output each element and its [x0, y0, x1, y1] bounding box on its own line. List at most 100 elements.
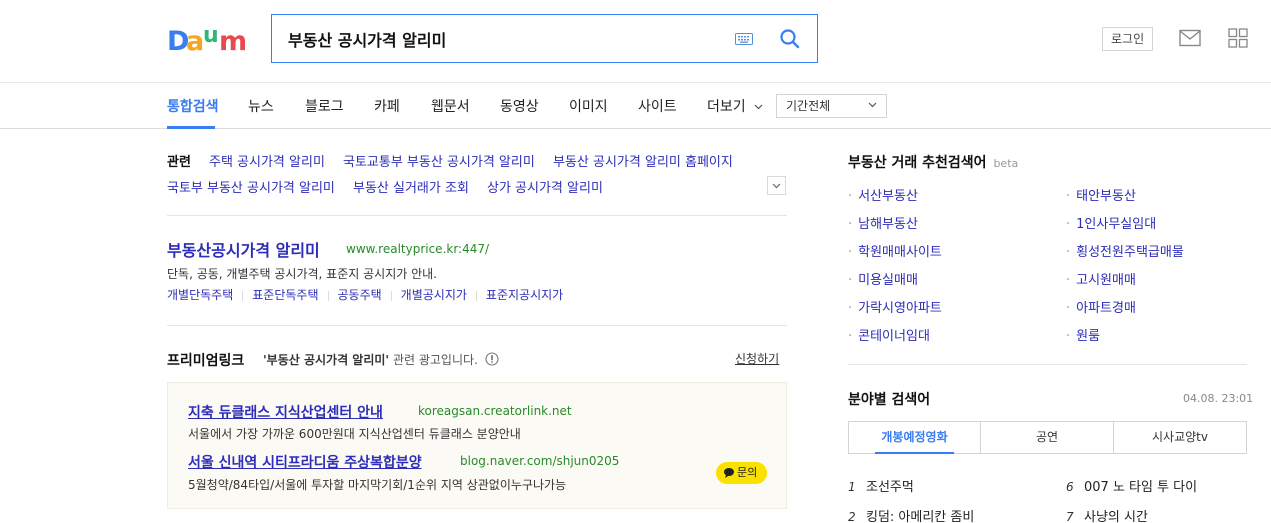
recommend-item[interactable]: 학원매매사이트: [848, 241, 942, 260]
rank-text: 킹덤: 아메리칸 좀비: [866, 510, 975, 523]
premium-note-text: 관련 광고입니다.: [392, 353, 478, 367]
ad-description: 서울에서 가장 가까운 600만원대 지식산업센터 듀클래스 분양안내: [188, 427, 521, 441]
info-icon[interactable]: [485, 352, 499, 366]
recommend-title: 부동산 거래 추천검색어 beta: [848, 152, 1018, 172]
related-link[interactable]: 상가 공시가격 알리미: [487, 177, 603, 196]
recommend-item[interactable]: 원룸: [1066, 325, 1100, 344]
ad-title[interactable]: 지축 듀클래스 지식산업센터 안내: [188, 402, 383, 422]
inquiry-label: 문의: [737, 466, 758, 479]
svg-text:m: m: [219, 26, 247, 54]
premium-ad-box: 지축 듀클래스 지식산업센터 안내 koreagsan.creatorlink.…: [167, 382, 787, 509]
daum-logo[interactable]: D a u m: [167, 24, 253, 54]
rank-text: 007 노 타임 투 다이: [1084, 480, 1198, 495]
search-input[interactable]: [288, 27, 708, 51]
period-select-value: 기간전체: [786, 99, 831, 113]
inquiry-button[interactable]: 문의: [716, 462, 767, 484]
keyboard-icon[interactable]: [735, 33, 753, 45]
separator: [475, 290, 477, 301]
apply-ad-link[interactable]: 신청하기: [735, 350, 779, 367]
rank-number: 2: [848, 510, 856, 523]
related-expand-button[interactable]: [767, 176, 786, 195]
svg-text:u: u: [203, 24, 219, 48]
search-icon[interactable]: [778, 27, 802, 51]
rank-item[interactable]: 1 조선주먹: [848, 476, 914, 495]
tab-integrated[interactable]: 통합검색: [167, 96, 219, 116]
ad-description: 5월청약/84타입/서울에 투자할 마지막기회/1순위 지역 상관없이누구나가능: [188, 478, 567, 492]
separator: [242, 290, 244, 301]
apps-grid-icon[interactable]: [1228, 28, 1248, 48]
related-title: 관련: [167, 155, 191, 170]
beta-badge: beta: [993, 157, 1019, 170]
recommend-item[interactable]: 횡성전원주택급매물: [1066, 241, 1184, 260]
recommend-item[interactable]: 콘테이너임대: [848, 325, 930, 344]
site-sub-links: 개별단독주택 표준단독주택 공동주택 개별공시지가 표준지공시지가: [167, 286, 563, 303]
chevron-down-icon: [772, 183, 781, 189]
recommend-title-text: 부동산 거래 추천검색어: [848, 155, 987, 171]
site-result-title[interactable]: 부동산공시가격 알리미: [167, 237, 320, 261]
tab-more[interactable]: 더보기: [707, 96, 763, 116]
ad-url[interactable]: koreagsan.creatorlink.net: [418, 404, 572, 418]
recommend-item[interactable]: 태안부동산: [1066, 185, 1136, 204]
rank-number: 1: [848, 480, 856, 494]
site-result-url[interactable]: www.realtyprice.kr:447/: [346, 242, 489, 256]
tab-more-label: 더보기: [707, 99, 746, 115]
recommend-item[interactable]: 미용실매매: [848, 269, 918, 288]
period-select[interactable]: 기간전체: [776, 94, 887, 118]
ad-url[interactable]: blog.naver.com/shjun0205: [460, 454, 619, 468]
tab-cafe[interactable]: 카페: [374, 96, 400, 116]
recommend-item[interactable]: 고시원매매: [1066, 269, 1136, 288]
related-link[interactable]: 국토부 부동산 공시가격 알리미: [167, 177, 335, 196]
divider: [167, 325, 787, 326]
related-link[interactable]: 부동산 실거래가 조회: [353, 177, 469, 196]
field-search-time: 04.08. 23:01: [1183, 392, 1254, 405]
tab-sites[interactable]: 사이트: [638, 96, 677, 116]
rank-number: 6: [1066, 480, 1074, 494]
tab-video[interactable]: 동영상: [500, 96, 539, 116]
tab-web-docs[interactable]: 웹문서: [431, 96, 470, 116]
related-link[interactable]: 부동산 공시가격 알리미 홈페이지: [553, 151, 733, 170]
login-button[interactable]: 로그인: [1102, 27, 1154, 51]
recommend-item[interactable]: 아파트경매: [1066, 297, 1136, 316]
tab-upcoming-movies[interactable]: 개봉예정영화: [849, 422, 980, 454]
separator: [327, 290, 329, 301]
recommend-item[interactable]: 1인사무실임대: [1066, 213, 1156, 232]
rank-item[interactable]: 7 사냥의 시간: [1066, 506, 1148, 523]
premium-links-title: 프리미엄링크: [167, 353, 245, 369]
site-result-description: 단독, 공동, 개별주택 공시가격, 표준지 공시지가 안내.: [167, 267, 437, 281]
rank-number: 7: [1066, 510, 1074, 523]
rank-text: 조선주먹: [866, 480, 914, 495]
recommend-item[interactable]: 서산부동산: [848, 185, 918, 204]
related-link[interactable]: 국토교통부 부동산 공시가격 알리미: [343, 151, 535, 170]
tab-current-affairs-tv[interactable]: 시사교양tv: [1114, 422, 1246, 453]
site-sub-link[interactable]: 표준단독주택: [252, 288, 318, 302]
rank-item[interactable]: 6 007 노 타임 투 다이: [1066, 476, 1197, 495]
search-box: [271, 14, 818, 63]
site-sub-link[interactable]: 공동주택: [338, 288, 382, 302]
premium-links-note: '부동산 공시가격 알리미' 관련 광고입니다.: [263, 351, 499, 368]
tab-performance[interactable]: 공연: [981, 422, 1113, 453]
active-tab-indicator: [167, 126, 215, 129]
site-sub-link[interactable]: 개별단독주택: [167, 288, 233, 302]
ad-title[interactable]: 서울 신내역 시티프라디움 주상복합분양: [188, 452, 422, 472]
tab-images[interactable]: 이미지: [569, 96, 608, 116]
recommend-item[interactable]: 남해부동산: [848, 213, 918, 232]
tab-blog[interactable]: 블로그: [305, 96, 344, 116]
divider: [848, 364, 1247, 365]
rank-text: 사냥의 시간: [1084, 510, 1148, 523]
svg-text:a: a: [186, 26, 204, 54]
site-sub-link[interactable]: 개별공시지가: [401, 288, 467, 302]
rank-item[interactable]: 2 킹덤: 아메리칸 좀비: [848, 506, 974, 523]
chevron-down-icon: [868, 102, 877, 108]
field-search-title: 분야별 검색어: [848, 392, 931, 408]
header: D a u m 로그인: [0, 0, 1271, 83]
related-link[interactable]: 주택 공시가격 알리미: [209, 151, 325, 170]
mail-icon[interactable]: [1179, 29, 1201, 47]
search-tabs: 통합검색 뉴스 블로그 카페 웹문서 동영상 이미지 사이트 더보기 기간전체: [0, 83, 1271, 129]
recommend-item[interactable]: 가락시영아파트: [848, 297, 942, 316]
premium-query: '부동산 공시가격 알리미': [263, 353, 390, 367]
site-sub-link[interactable]: 표준지공시지가: [486, 288, 563, 302]
tab-news[interactable]: 뉴스: [248, 96, 274, 116]
chevron-down-icon: [754, 104, 763, 110]
chat-bubble-icon: [724, 468, 734, 478]
divider: [167, 215, 787, 216]
